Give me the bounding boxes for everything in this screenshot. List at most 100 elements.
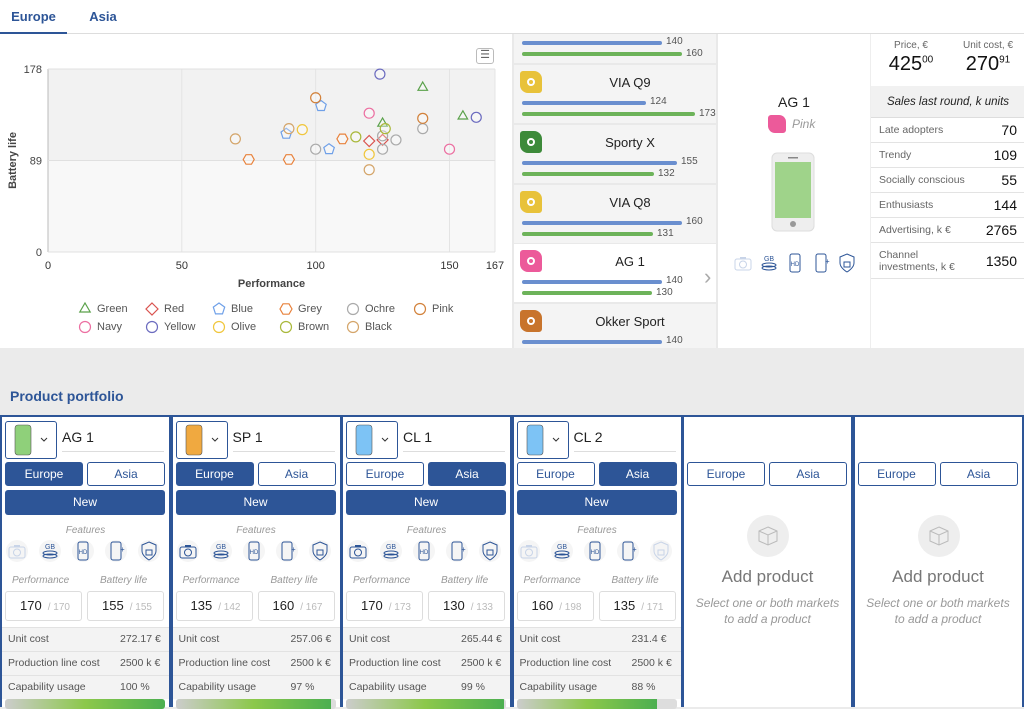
data-point-grey[interactable]	[336, 133, 349, 145]
security-shield-icon[interactable]	[479, 540, 501, 562]
product-list[interactable]: 140 160 VIA Q9 124 173 Sporty X 155 132 VIA Q8 16…	[512, 34, 718, 348]
hd-display-icon[interactable]: HD	[242, 540, 265, 562]
new-button[interactable]: New	[175, 490, 336, 515]
chart-menu-button[interactable]: ☰	[476, 48, 494, 64]
circle-marker[interactable]	[346, 320, 360, 334]
market-toggle-europe[interactable]: Europe	[857, 462, 936, 486]
data-point-grey[interactable]	[282, 154, 296, 165]
circle-marker[interactable]	[212, 320, 226, 334]
data-point-brown[interactable]	[350, 131, 362, 143]
new-button[interactable]: New	[5, 490, 165, 515]
data-point-pink[interactable]	[310, 92, 322, 104]
hd-display-icon[interactable]: HD	[72, 540, 94, 562]
list-item[interactable]: Sporty X 155 132	[514, 125, 716, 183]
storage-icon[interactable]: GB	[209, 540, 232, 562]
market-toggle-asia[interactable]: Asia	[87, 462, 165, 486]
tab-europe[interactable]: Europe	[0, 0, 67, 34]
data-point-navy[interactable]	[443, 143, 456, 155]
legend-item-olive[interactable]: Olive	[212, 320, 256, 334]
storage-icon[interactable]: GB	[550, 540, 573, 562]
market-toggle-asia[interactable]: Asia	[939, 462, 1018, 486]
legend-item-green[interactable]: Green	[78, 302, 128, 316]
circle-marker[interactable]	[413, 302, 427, 316]
battery-input[interactable]: 135 / 171	[598, 591, 676, 621]
chevron-right-icon[interactable]: ›	[704, 264, 711, 290]
market-toggle-asia[interactable]: Asia	[598, 462, 677, 486]
list-item[interactable]: VIA Q9 124 173	[514, 65, 716, 123]
data-point-olive[interactable]	[296, 124, 308, 136]
market-toggle-europe[interactable]: Europe	[346, 462, 424, 486]
data-point-pink[interactable]	[417, 112, 429, 124]
data-point-ochre[interactable]	[390, 134, 402, 146]
phone-model-select[interactable]	[516, 421, 569, 459]
product-name-input[interactable]: AG 1	[62, 429, 164, 452]
data-point-yellow[interactable]	[374, 68, 386, 80]
tab-asia[interactable]: Asia	[74, 0, 132, 34]
phone-sparkle-icon[interactable]: +	[446, 540, 468, 562]
diamond-marker[interactable]	[145, 302, 159, 316]
circle-marker[interactable]	[279, 320, 293, 334]
camera-icon[interactable]	[176, 540, 199, 562]
data-point-black[interactable]	[229, 133, 241, 145]
security-shield-icon[interactable]	[138, 540, 160, 562]
phone-sparkle-icon[interactable]: +	[275, 540, 298, 562]
triangle-marker[interactable]	[78, 302, 92, 313]
data-point-black[interactable]	[363, 164, 375, 176]
storage-icon[interactable]: GB	[39, 540, 61, 562]
data-point-ochre[interactable]	[376, 143, 389, 155]
market-toggle-europe[interactable]: Europe	[516, 462, 595, 486]
list-item[interactable]: AG 1 140 130 ›	[514, 244, 716, 302]
data-point-grey[interactable]	[242, 154, 255, 165]
circle-marker[interactable]	[145, 320, 159, 334]
camera-icon[interactable]	[347, 540, 369, 562]
product-name-input[interactable]: SP 1	[232, 429, 335, 452]
hexagon-marker[interactable]	[279, 303, 293, 315]
market-toggle-europe[interactable]: Europe	[687, 462, 765, 486]
legend-item-navy[interactable]: Navy	[78, 320, 122, 334]
battery-input[interactable]: 160 / 167	[257, 591, 335, 621]
list-item[interactable]: 140 160	[514, 34, 716, 63]
phone-model-select[interactable]	[175, 421, 228, 459]
hd-display-icon[interactable]: HD	[413, 540, 435, 562]
data-point-olive[interactable]	[363, 148, 375, 160]
product-name-input[interactable]: CL 1	[403, 429, 505, 452]
legend-item-grey[interactable]: Grey	[279, 302, 322, 316]
performance-input[interactable]: 170 / 173	[346, 591, 423, 621]
performance-input[interactable]: 160 / 198	[516, 591, 594, 621]
pentagon-marker[interactable]	[212, 302, 226, 315]
add-product-title[interactable]: Add product	[684, 567, 851, 587]
data-point-yellow[interactable]	[470, 111, 482, 123]
security-shield-icon[interactable]	[649, 540, 672, 562]
market-toggle-europe[interactable]: Europe	[5, 462, 83, 486]
data-point-ochre[interactable]	[417, 123, 429, 135]
data-point-black[interactable]	[283, 123, 295, 135]
legend-item-ochre[interactable]: Ochre	[346, 302, 395, 316]
legend-item-pink[interactable]: Pink	[413, 302, 453, 316]
battery-input[interactable]: 130 / 133	[428, 591, 505, 621]
new-button[interactable]: New	[516, 490, 677, 515]
phone-sparkle-icon[interactable]: +	[105, 540, 127, 562]
new-button[interactable]: New	[346, 490, 506, 515]
market-toggle-europe[interactable]: Europe	[175, 462, 254, 486]
phone-model-select[interactable]	[346, 421, 398, 459]
data-point-navy[interactable]	[363, 107, 375, 119]
circle-marker[interactable]	[78, 320, 92, 334]
legend-item-brown[interactable]: Brown	[279, 320, 329, 334]
performance-input[interactable]: 170 / 170	[5, 591, 82, 621]
list-item[interactable]: VIA Q8 160 131	[514, 185, 716, 243]
phone-model-select[interactable]	[5, 421, 57, 459]
phone-sparkle-icon[interactable]: +	[616, 540, 639, 562]
market-toggle-asia[interactable]: Asia	[257, 462, 336, 486]
camera-icon[interactable]	[517, 540, 540, 562]
camera-icon[interactable]	[6, 540, 28, 562]
hd-display-icon[interactable]: HD	[583, 540, 606, 562]
data-point-ochre[interactable]	[310, 143, 322, 155]
battery-input[interactable]: 155 / 155	[87, 591, 164, 621]
add-product-title[interactable]: Add product	[855, 567, 1022, 587]
market-toggle-asia[interactable]: Asia	[769, 462, 847, 486]
market-toggle-asia[interactable]: Asia	[428, 462, 506, 486]
list-item[interactable]: Okker Sport140130	[514, 304, 716, 348]
legend-item-red[interactable]: Red	[145, 302, 184, 316]
security-shield-icon[interactable]	[308, 540, 331, 562]
legend-item-black[interactable]: Black	[346, 320, 392, 334]
